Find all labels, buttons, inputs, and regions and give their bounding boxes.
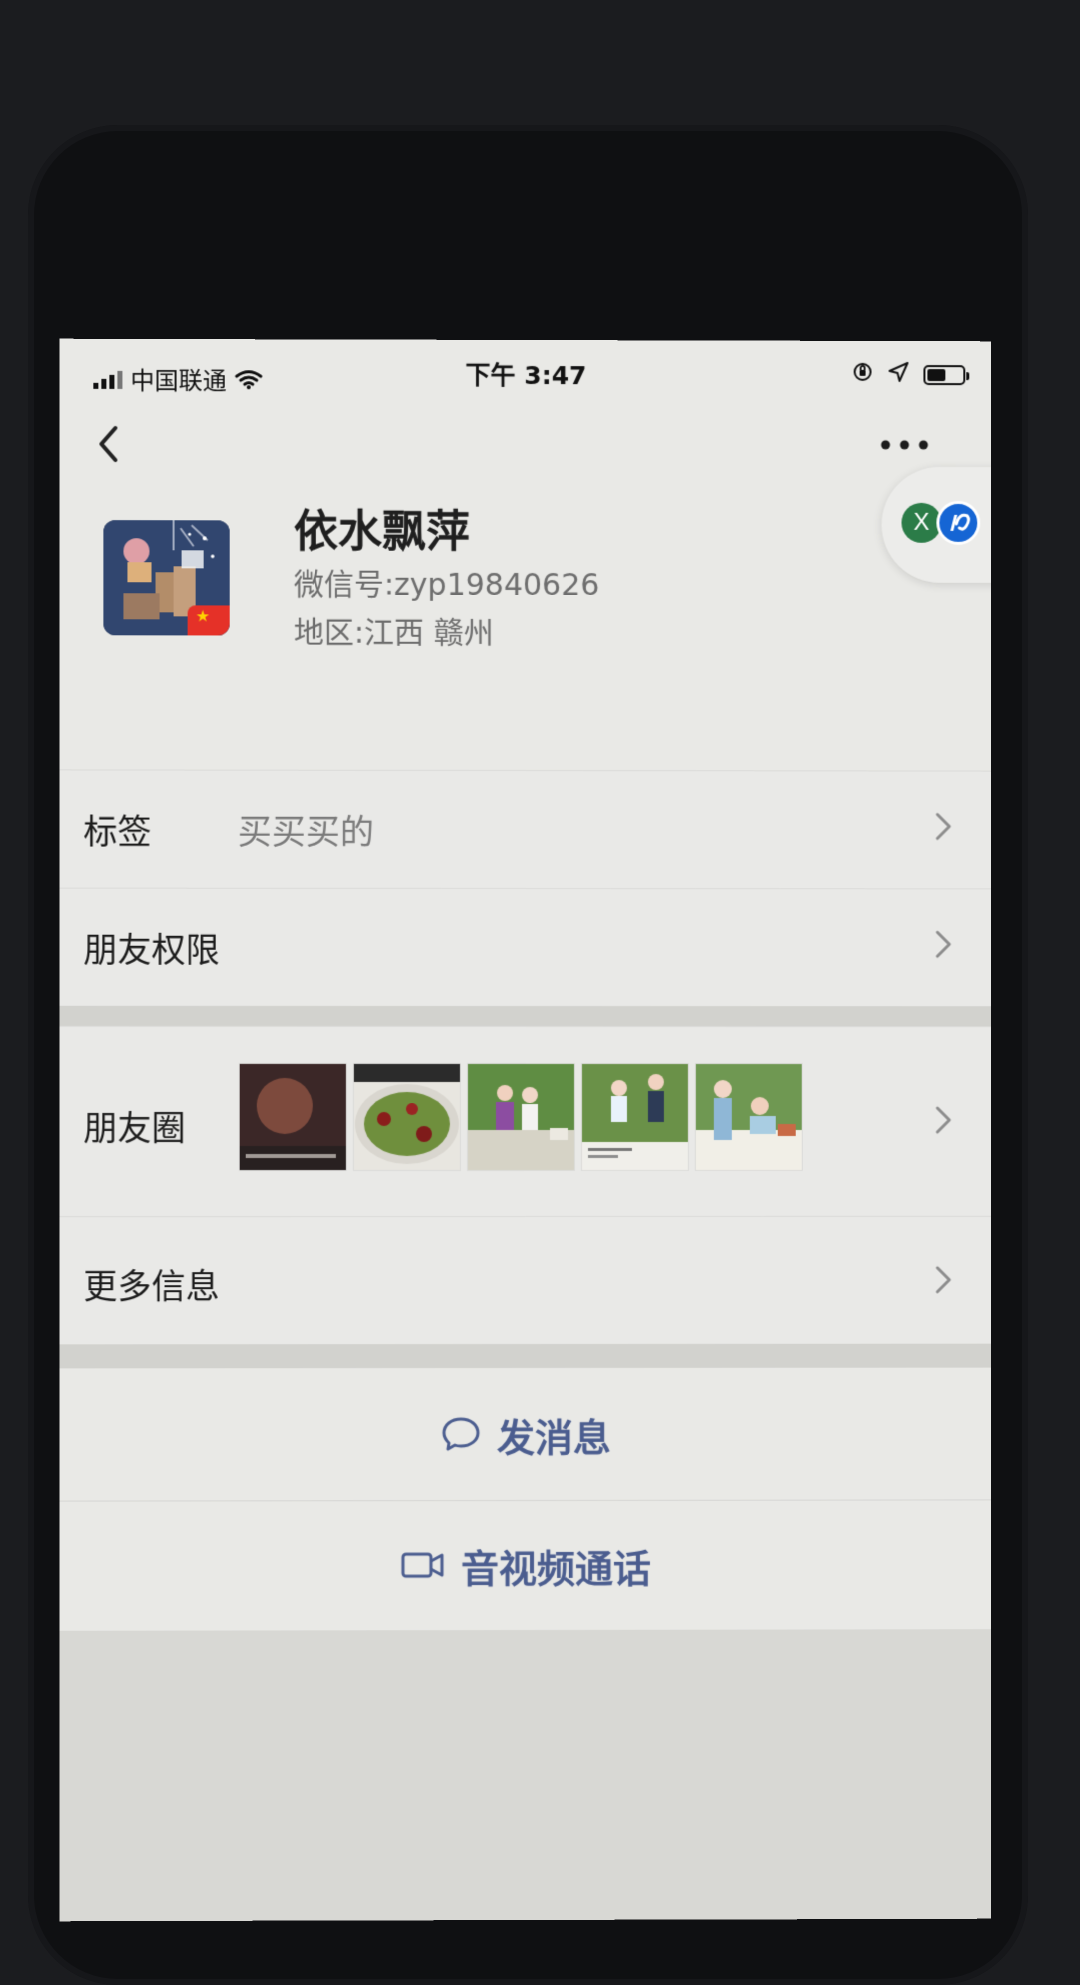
tag-value: 买买买的 [237, 812, 374, 853]
avatar[interactable] [103, 520, 230, 636]
moment-thumbnail[interactable] [582, 1064, 688, 1170]
permission-row[interactable]: 朋友权限 [59, 887, 992, 1008]
chevron-right-icon [933, 1105, 953, 1135]
back-icon[interactable] [87, 420, 129, 468]
top-nav [59, 405, 991, 489]
status-bar: 中国联通 下午 3:47 [59, 339, 991, 407]
location-arrow-icon [888, 361, 910, 389]
moment-thumbnail[interactable] [239, 1063, 346, 1171]
chevron-right-icon [933, 929, 953, 959]
permission-label: 朋友权限 [83, 930, 220, 971]
video-call-button[interactable]: 音视频通话 [59, 1499, 991, 1630]
moment-thumbnail[interactable] [467, 1063, 574, 1171]
wechat-id-value: zyp19840626 [394, 567, 600, 604]
chevron-right-icon [933, 1265, 953, 1295]
status-right [852, 361, 966, 389]
moment-thumbnail[interactable] [353, 1063, 460, 1170]
moments-thumbnails[interactable] [239, 1063, 802, 1171]
video-call-label: 音视频通话 [460, 1546, 651, 1591]
region-label: 地区: [293, 615, 365, 651]
moments-label: 朋友圈 [83, 1108, 186, 1150]
region-line: 地区:江西 赣州 [294, 608, 494, 652]
video-camera-icon [401, 1550, 445, 1580]
more-info-label: 更多信息 [83, 1267, 220, 1308]
more-info-row[interactable]: 更多信息 [59, 1215, 992, 1346]
chevron-right-icon [933, 811, 953, 841]
more-options-icon[interactable] [876, 433, 934, 457]
wechat-id-label: 微信号: [293, 567, 395, 603]
tag-label: 标签 [83, 812, 152, 853]
section-divider [59, 1343, 992, 1369]
moments-row[interactable]: 朋友圈 [59, 1025, 992, 1218]
rotation-lock-icon [852, 361, 874, 389]
china-flag-icon [187, 605, 230, 636]
wechat-id-line: 微信号:zyp19840626 [294, 560, 600, 605]
chat-bubble-icon [441, 1416, 481, 1452]
profile-header: 依水飘萍 微信号:zyp19840626 地区:江西 赣州 [59, 489, 991, 771]
profile-name: 依水飘萍 [293, 506, 470, 558]
moment-thumbnail[interactable] [695, 1064, 802, 1170]
region-value: 江西 赣州 [364, 615, 494, 651]
tag-row[interactable]: 标签 买买买的 [59, 769, 992, 890]
screen: 中国联通 下午 3:47 X ★ 依水飘萍 微信号:zyp19840626 地区… [59, 338, 992, 1922]
send-message-label: 发消息 [496, 1415, 611, 1460]
bottom-empty-area [59, 1629, 992, 1922]
send-message-button[interactable]: 发消息 [59, 1368, 991, 1501]
section-divider [59, 1005, 992, 1027]
battery-icon [923, 365, 966, 386]
